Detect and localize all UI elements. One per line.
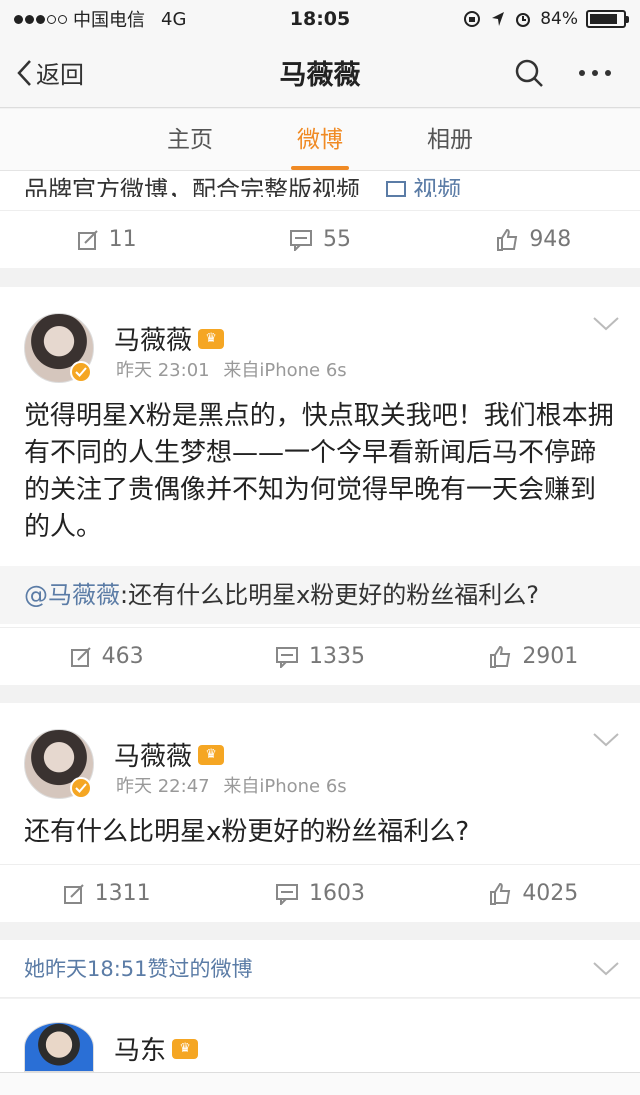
video-link[interactable]: 视频 [368,176,462,197]
post-actions: 1311 1603 4025 [0,864,640,922]
verified-icon [70,361,92,383]
video-icon [385,181,406,197]
chevron-left-icon [17,59,31,86]
post-time: 昨天 23:01 [116,360,210,381]
repost-icon [63,883,84,904]
search-icon[interactable] [514,58,544,88]
rotation-lock-icon [464,11,481,27]
profile-tab-bar: 主页 微博 相册 [0,109,640,171]
like-count: 948 [529,227,572,252]
comment-button[interactable]: 55 [213,211,426,268]
comment-button[interactable]: 1603 [213,865,426,922]
follow-button[interactable] [0,1073,213,1095]
tab-album[interactable]: 相册 [385,109,515,170]
like-count: 2901 [522,644,579,669]
vip-badge-icon: ♛ [172,1038,199,1059]
status-left: 中国电信 4G [14,6,462,32]
thumbs-up-icon [497,228,518,251]
post-actions: 463 1335 2901 [0,627,640,685]
bottom-action-bar [0,1072,640,1095]
comment-count: 1603 [308,881,365,906]
author-name: 马薇薇 [114,742,193,772]
like-count: 4025 [522,881,579,906]
location-icon [492,12,505,26]
chevron-down-icon[interactable] [592,732,620,748]
avatar[interactable] [24,1022,94,1072]
comment-count: 55 [322,227,351,252]
repost-box[interactable]: @马薇薇:还有什么比明星x粉更好的粉丝福利么? [0,566,640,624]
post-meta: 昨天 23:01 来自iPhone 6s [116,356,347,382]
author-name: 马东 [114,1036,167,1066]
more-icon[interactable] [578,69,612,77]
back-label: 返回 [36,61,84,89]
page-title: 马薇薇 [279,60,361,91]
back-button[interactable]: 返回 [0,55,140,90]
verified-icon [70,777,92,799]
signal-strength-icon [14,14,67,24]
partial-post-text: 品牌官方微博，配合完整版视频 视频 [24,171,461,197]
alarm-icon [516,13,531,27]
post-meta: 昨天 22:47 来自iPhone 6s [116,772,347,798]
carrier-name: 中国电信 [73,10,145,31]
chevron-down-icon[interactable] [592,316,620,332]
repost-icon [70,646,91,667]
tab-weibo[interactable]: 微博 [255,109,385,170]
network-type: 4G [161,8,187,30]
tab-home[interactable]: 主页 [125,109,255,170]
repost-text: :还有什么比明星x粉更好的粉丝福利么? [120,581,540,609]
video-label: 视频 [413,176,462,197]
repost-button[interactable]: 463 [0,628,213,685]
vip-badge-icon: ♛ [198,328,225,349]
thumbs-up-icon [490,882,511,905]
repost-button[interactable]: 1311 [0,865,213,922]
like-button[interactable]: 4025 [427,865,640,922]
author-name: 马薇薇 [114,326,193,356]
comment-icon [275,646,298,668]
status-bar: 中国电信 4G 18:05 84% [0,0,640,38]
liked-header-text: 她昨天18:51赞过的微博 [24,957,253,981]
battery-fill [590,14,617,24]
post-source: 来自iPhone 6s [223,776,347,797]
partial-post-actions: 11 55 948 [0,210,640,268]
post-source: 来自iPhone 6s [223,360,347,381]
more-button[interactable] [427,1073,640,1095]
post-text: 还有什么比明星x粉更好的粉丝福利么? [24,817,470,847]
status-right: 84% [462,9,629,29]
repost-button[interactable]: 11 [0,211,213,268]
post-text: 觉得明星X粉是黑点的，快点取关我吧！我们根本拥有不同的人生梦想——一个今早看新闻… [24,401,614,542]
post-author[interactable]: 马薇薇 ♛ [114,736,225,773]
comment-icon [289,229,312,251]
vip-badge-icon: ♛ [198,744,225,765]
repost-count: 11 [108,227,137,252]
repost-icon [77,229,98,250]
battery-icon [586,10,629,28]
chat-button[interactable] [213,1073,426,1095]
comment-count: 1335 [308,644,365,669]
nav-bar: 返回 马薇薇 [0,38,640,108]
thumbs-up-icon [490,645,511,668]
repost-mention[interactable]: @马薇薇 [24,581,120,609]
post-time: 昨天 22:47 [116,776,210,797]
repost-count: 1311 [94,881,151,906]
nav-actions [500,58,640,88]
liked-post-card [0,999,640,1072]
partial-post-body: 品牌官方微博，配合完整版视频 [24,176,360,197]
comment-button[interactable]: 1335 [213,628,426,685]
liked-section-header[interactable]: 她昨天18:51赞过的微博 [0,940,640,998]
like-button[interactable]: 948 [427,211,640,268]
repost-count: 463 [101,644,144,669]
post-author[interactable]: 马东 ♛ [114,1030,199,1067]
battery-percent: 84% [540,9,578,29]
post-author[interactable]: 马薇薇 ♛ [114,320,225,357]
comment-icon [275,883,298,905]
like-button[interactable]: 2901 [427,628,640,685]
chevron-down-icon[interactable] [592,961,620,977]
